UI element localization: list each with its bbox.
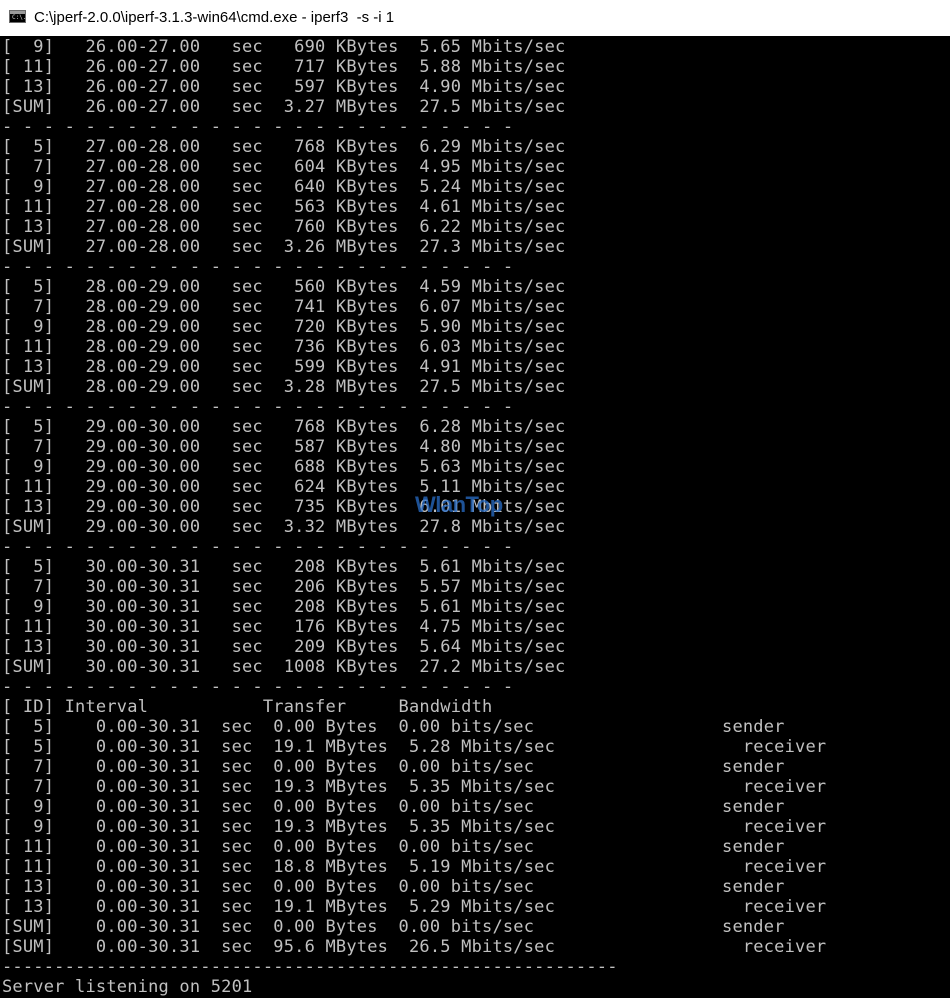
console-window: C:\. C:\jperf-2.0.0\iperf-3.1.3-win64\cm… xyxy=(0,0,950,998)
console-line: [ 13] 0.00-30.31 sec 0.00 Bytes 0.00 bit… xyxy=(2,877,785,897)
cmd-console-icon[interactable]: C:\. xyxy=(9,10,26,23)
console-line: - - - - - - - - - - - - - - - - - - - - … xyxy=(2,117,514,137)
console-line: Server listening on 5201 xyxy=(2,977,253,997)
console-line: [SUM] 28.00-29.00 sec 3.28 MBytes 27.5 M… xyxy=(2,377,566,397)
console-line: [SUM] 30.00-30.31 sec 1008 KBytes 27.2 M… xyxy=(2,657,566,677)
console-line: [ 7] 0.00-30.31 sec 0.00 Bytes 0.00 bits… xyxy=(2,757,785,777)
console-line: [ 9] 29.00-30.00 sec 688 KBytes 5.63 Mbi… xyxy=(2,457,566,477)
console-line: [ 9] 27.00-28.00 sec 640 KBytes 5.24 Mbi… xyxy=(2,177,566,197)
console-line: [SUM] 29.00-30.00 sec 3.32 MBytes 27.8 M… xyxy=(2,517,566,537)
title-bar[interactable]: C:\. C:\jperf-2.0.0\iperf-3.1.3-win64\cm… xyxy=(0,0,950,36)
console-line: [SUM] 0.00-30.31 sec 95.6 MBytes 26.5 Mb… xyxy=(2,937,827,957)
console-line: [ 9] 30.00-30.31 sec 208 KBytes 5.61 Mbi… xyxy=(2,597,566,617)
console-line: [ 11] 0.00-30.31 sec 0.00 Bytes 0.00 bit… xyxy=(2,837,785,857)
console-line: [ 11] 26.00-27.00 sec 717 KBytes 5.88 Mb… xyxy=(2,57,566,77)
console-line: [ ID] Interval Transfer Bandwidth xyxy=(2,697,493,717)
console-line: [ 7] 30.00-30.31 sec 206 KBytes 5.57 Mbi… xyxy=(2,577,566,597)
console-line: [ 7] 29.00-30.00 sec 587 KBytes 4.80 Mbi… xyxy=(2,437,566,457)
icon-glyph: C:\. xyxy=(12,14,27,21)
console-line: [ 7] 27.00-28.00 sec 604 KBytes 4.95 Mbi… xyxy=(2,157,566,177)
console-line: [ 11] 28.00-29.00 sec 736 KBytes 6.03 Mb… xyxy=(2,337,566,357)
console-line: [ 13] 26.00-27.00 sec 597 KBytes 4.90 Mb… xyxy=(2,77,566,97)
console-line: [SUM] 27.00-28.00 sec 3.26 MBytes 27.3 M… xyxy=(2,237,566,257)
console-line: [ 13] 30.00-30.31 sec 209 KBytes 5.64 Mb… xyxy=(2,637,566,657)
console-line: [ 5] 30.00-30.31 sec 208 KBytes 5.61 Mbi… xyxy=(2,557,566,577)
console-line: [ 13] 0.00-30.31 sec 19.1 MBytes 5.29 Mb… xyxy=(2,897,827,917)
console-line: [ 5] 27.00-28.00 sec 768 KBytes 6.29 Mbi… xyxy=(2,137,566,157)
console-line: - - - - - - - - - - - - - - - - - - - - … xyxy=(2,397,514,417)
watermark: WlanTop xyxy=(415,492,503,517)
console-line: [ 9] 28.00-29.00 sec 720 KBytes 5.90 Mbi… xyxy=(2,317,566,337)
console-line: [ 7] 28.00-29.00 sec 741 KBytes 6.07 Mbi… xyxy=(2,297,566,317)
console-line: ----------------------------------------… xyxy=(2,957,618,977)
console-line: [ 11] 30.00-30.31 sec 176 KBytes 4.75 Mb… xyxy=(2,617,566,637)
console-line: [ 5] 0.00-30.31 sec 19.1 MBytes 5.28 Mbi… xyxy=(2,737,827,757)
console-line: [ 5] 29.00-30.00 sec 768 KBytes 6.28 Mbi… xyxy=(2,417,566,437)
console-line: - - - - - - - - - - - - - - - - - - - - … xyxy=(2,257,514,277)
console-line: - - - - - - - - - - - - - - - - - - - - … xyxy=(2,537,514,557)
console-line: [ 5] 28.00-29.00 sec 560 KBytes 4.59 Mbi… xyxy=(2,277,566,297)
window-title: C:\jperf-2.0.0\iperf-3.1.3-win64\cmd.exe… xyxy=(34,9,395,26)
console-line: [ 9] 0.00-30.31 sec 0.00 Bytes 0.00 bits… xyxy=(2,797,785,817)
console-line: [ 9] 26.00-27.00 sec 690 KBytes 5.65 Mbi… xyxy=(2,37,566,57)
console-line: [ 9] 0.00-30.31 sec 19.3 MBytes 5.35 Mbi… xyxy=(2,817,827,837)
console-line: [ 11] 0.00-30.31 sec 18.8 MBytes 5.19 Mb… xyxy=(2,857,827,877)
console-line: [ 7] 0.00-30.31 sec 19.3 MBytes 5.35 Mbi… xyxy=(2,777,827,797)
console-line: [ 11] 27.00-28.00 sec 563 KBytes 4.61 Mb… xyxy=(2,197,566,217)
console-line: [SUM] 26.00-27.00 sec 3.27 MBytes 27.5 M… xyxy=(2,97,566,117)
console-line: [ 13] 27.00-28.00 sec 760 KBytes 6.22 Mb… xyxy=(2,217,566,237)
console-line: [SUM] 0.00-30.31 sec 0.00 Bytes 0.00 bit… xyxy=(2,917,785,937)
console-line: [ 13] 28.00-29.00 sec 599 KBytes 4.91 Mb… xyxy=(2,357,566,377)
console-line: - - - - - - - - - - - - - - - - - - - - … xyxy=(2,677,514,697)
console-line: [ 5] 0.00-30.31 sec 0.00 Bytes 0.00 bits… xyxy=(2,717,785,737)
